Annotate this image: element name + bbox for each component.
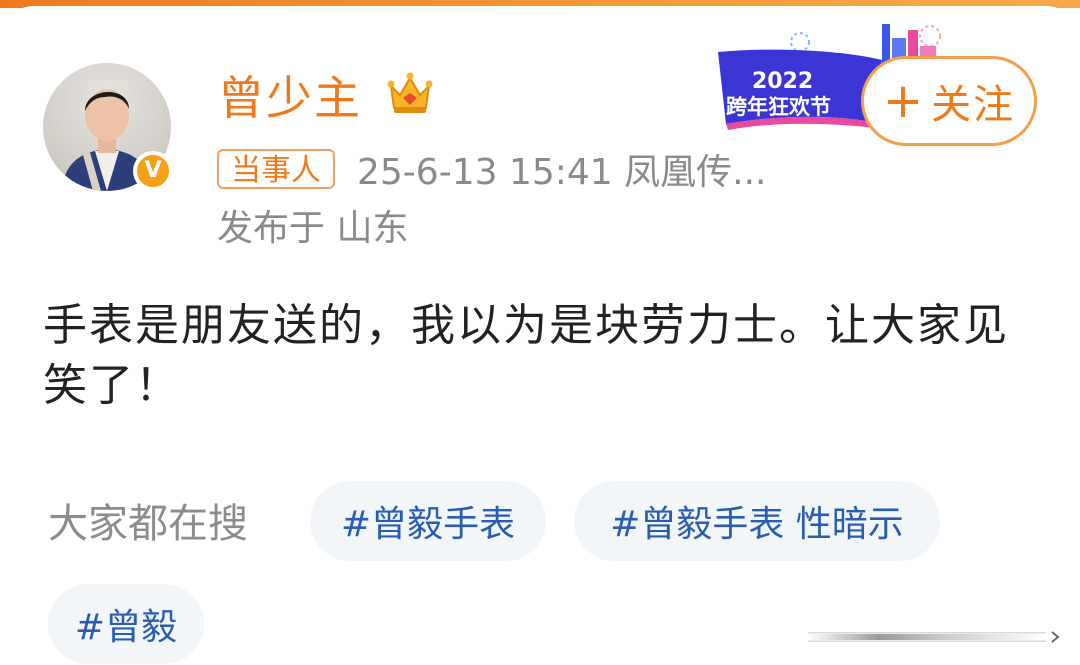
follow-button[interactable]: + 关注 xyxy=(861,56,1037,146)
username[interactable]: 曾少主 xyxy=(218,68,362,128)
role-badge: 当事人 xyxy=(217,149,335,189)
post-location: 发布于 山东 xyxy=(217,208,409,249)
verified-icon: V xyxy=(133,151,173,191)
scroll-indicator xyxy=(808,631,1060,643)
post-card: V 曾少主 2022 跨年狂欢节 + 关注 当事人 25-6-13 15:41 … xyxy=(0,6,1080,665)
post-content: 手表是朋友送的，我以为是块劳力士。让大家见笑了！ xyxy=(43,300,1009,411)
trending-chip-watch-innuendo[interactable]: #曾毅手表 性暗示 xyxy=(574,481,940,561)
post-time-source: 25-6-13 15:41 凤凰传... xyxy=(357,152,767,193)
banner-title: 跨年狂欢节 xyxy=(726,95,831,119)
post-meta: 当事人 25-6-13 15:41 凤凰传... xyxy=(217,146,767,193)
trending-search-label: 大家都在搜 xyxy=(48,501,248,547)
follow-label: 关注 xyxy=(931,82,1016,128)
avatar[interactable]: V xyxy=(43,63,173,191)
banner-year: 2022 xyxy=(752,69,813,94)
crown-icon xyxy=(387,72,433,113)
trending-chip-zengyi[interactable]: #曾毅 xyxy=(48,584,204,664)
trending-chip-watch[interactable]: #曾毅手表 xyxy=(310,481,546,561)
plus-icon: + xyxy=(882,73,926,129)
